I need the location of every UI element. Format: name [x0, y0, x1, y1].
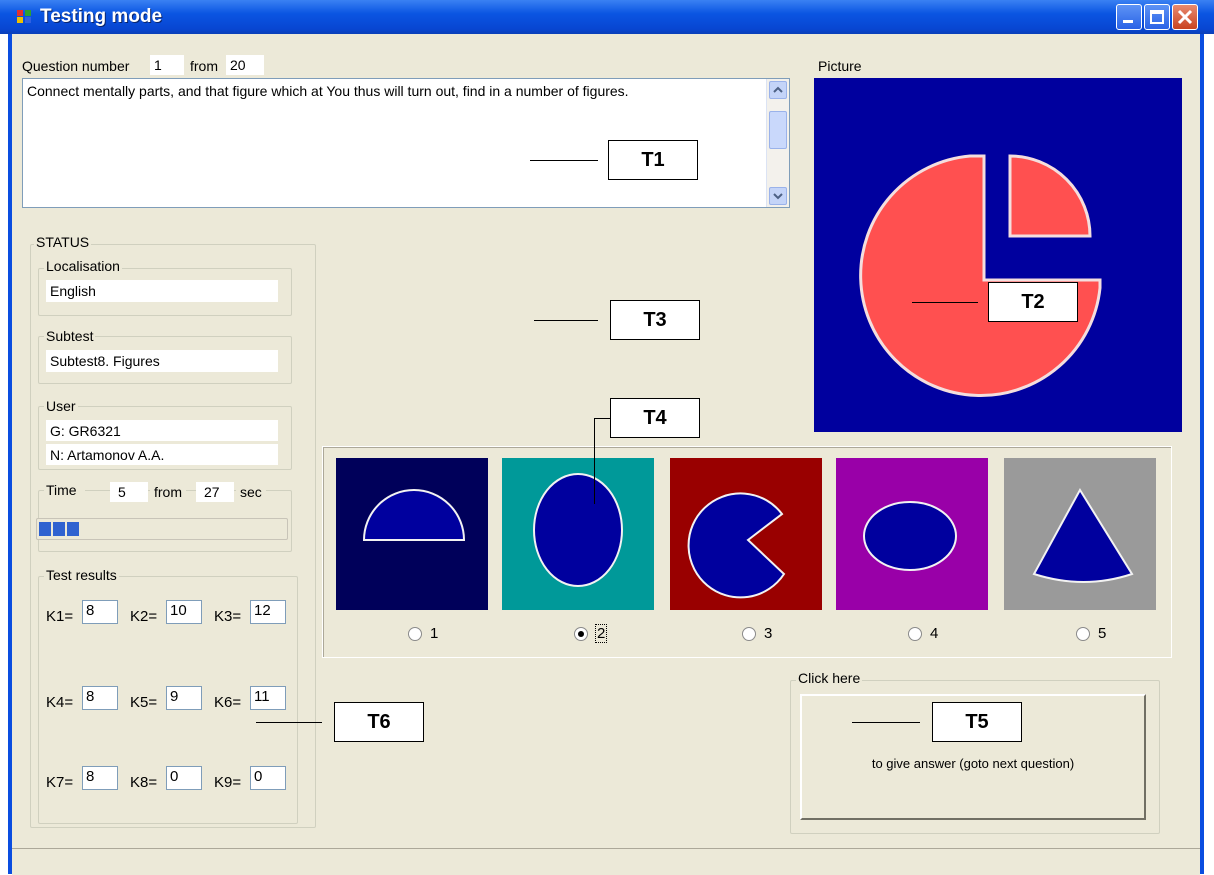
result-label-7: K3=: [214, 608, 242, 625]
give-answer-label: to give answer (goto next question): [871, 756, 1075, 771]
maximize-button[interactable]: [1144, 4, 1170, 30]
localisation-field: English: [46, 280, 278, 302]
title-bar[interactable]: Testing mode: [0, 0, 1214, 34]
bottom-status-bar: [12, 848, 1200, 875]
option-image-3[interactable]: [670, 458, 822, 610]
app-icon: [17, 10, 31, 23]
option-label-4[interactable]: 4: [930, 625, 938, 642]
result-value-field: 11: [250, 686, 286, 710]
picture-panel: [814, 78, 1182, 432]
option-image-4[interactable]: [836, 458, 988, 610]
question-text: Connect mentally parts, and that figure …: [27, 83, 629, 99]
option-label-1[interactable]: 1: [430, 625, 438, 642]
option-label-2[interactable]: 2: [594, 624, 608, 643]
result-value-field: 12: [250, 600, 286, 624]
option-image-1[interactable]: [336, 458, 488, 610]
option-image-5[interactable]: [1004, 458, 1156, 610]
result-label-9: K9=: [214, 774, 242, 791]
option-shape-ellipse-vertical: [533, 473, 623, 587]
option-label-5[interactable]: 5: [1098, 625, 1106, 642]
result-label-2: K4=: [46, 694, 74, 711]
time-from-label: from: [150, 484, 186, 500]
close-icon: [1177, 9, 1193, 25]
answer-group-label: Click here: [796, 670, 863, 686]
time-progress-fill: [39, 522, 86, 536]
t1-leader-line: [530, 160, 598, 161]
maximize-icon: [1150, 10, 1164, 24]
t6-leader-line: [256, 722, 322, 723]
t4-leader-stub: [594, 418, 610, 419]
question-number-label: Question number: [22, 58, 130, 74]
t2-callout: T2: [988, 282, 1078, 322]
option-shape-ellipse-horizontal: [863, 501, 957, 571]
result-value-field: 8: [82, 600, 118, 624]
subtest-label: Subtest: [44, 328, 96, 344]
option-radio-1[interactable]: [408, 627, 422, 641]
result-label-3: K7=: [46, 774, 74, 791]
t4-callout: T4: [610, 398, 700, 438]
t2-leader-line: [912, 302, 978, 303]
result-label-6: K8=: [130, 774, 158, 791]
test-results-title: Test results: [44, 567, 119, 583]
subtest-field: Subtest8. Figures: [46, 350, 278, 372]
t5-callout: T5: [932, 702, 1022, 742]
result-value-field: 10: [166, 600, 202, 624]
status-title: STATUS: [34, 234, 92, 250]
picture-label: Picture: [818, 58, 862, 74]
option-radio-5[interactable]: [1076, 627, 1090, 641]
t3-callout: T3: [610, 300, 700, 340]
option-radio-4[interactable]: [908, 627, 922, 641]
question-total-field: 20: [226, 55, 264, 75]
result-label-1: K1=: [46, 608, 74, 625]
t3-leader-line: [534, 320, 598, 321]
chevron-up-icon: [773, 86, 783, 93]
option-label-3[interactable]: 3: [764, 625, 772, 642]
result-value-field: 8: [82, 766, 118, 790]
user-label: User: [44, 398, 78, 414]
chevron-down-icon: [773, 193, 783, 200]
user-name-field: N: Artamonov A.A.: [46, 444, 278, 465]
scroll-thumb[interactable]: [769, 111, 787, 149]
window-title: Testing mode: [40, 6, 163, 27]
option-image-2[interactable]: [502, 458, 654, 610]
minimize-icon: [1123, 20, 1133, 23]
option-radio-2[interactable]: [574, 627, 588, 641]
time-total-field: 27: [196, 482, 234, 502]
result-label-8: K6=: [214, 694, 242, 711]
result-value-field: 0: [166, 766, 202, 790]
question-scrollbar[interactable]: [766, 79, 789, 207]
result-label-5: K5=: [130, 694, 158, 711]
t1-callout: T1: [608, 140, 698, 180]
close-button[interactable]: [1172, 4, 1198, 30]
scroll-up-button[interactable]: [769, 81, 787, 99]
t4-leader-line: [594, 418, 595, 504]
option-radio-3[interactable]: [742, 627, 756, 641]
t6-callout: T6: [334, 702, 424, 742]
minimize-button[interactable]: [1116, 4, 1142, 30]
t5-leader-line: [852, 722, 920, 723]
scroll-down-button[interactable]: [769, 187, 787, 205]
time-value-field: 5: [110, 482, 148, 502]
question-number-field: 1: [150, 55, 184, 75]
result-value-field: 0: [250, 766, 286, 790]
localisation-label: Localisation: [44, 258, 122, 274]
result-value-field: 8: [82, 686, 118, 710]
question-from-label: from: [190, 58, 218, 74]
time-label: Time: [44, 482, 85, 498]
time-unit-label: sec: [236, 484, 266, 500]
result-label-4: K2=: [130, 608, 158, 625]
user-group-field: G: GR6321: [46, 420, 278, 441]
result-value-field: 9: [166, 686, 202, 710]
time-progress-bar: [36, 518, 288, 540]
